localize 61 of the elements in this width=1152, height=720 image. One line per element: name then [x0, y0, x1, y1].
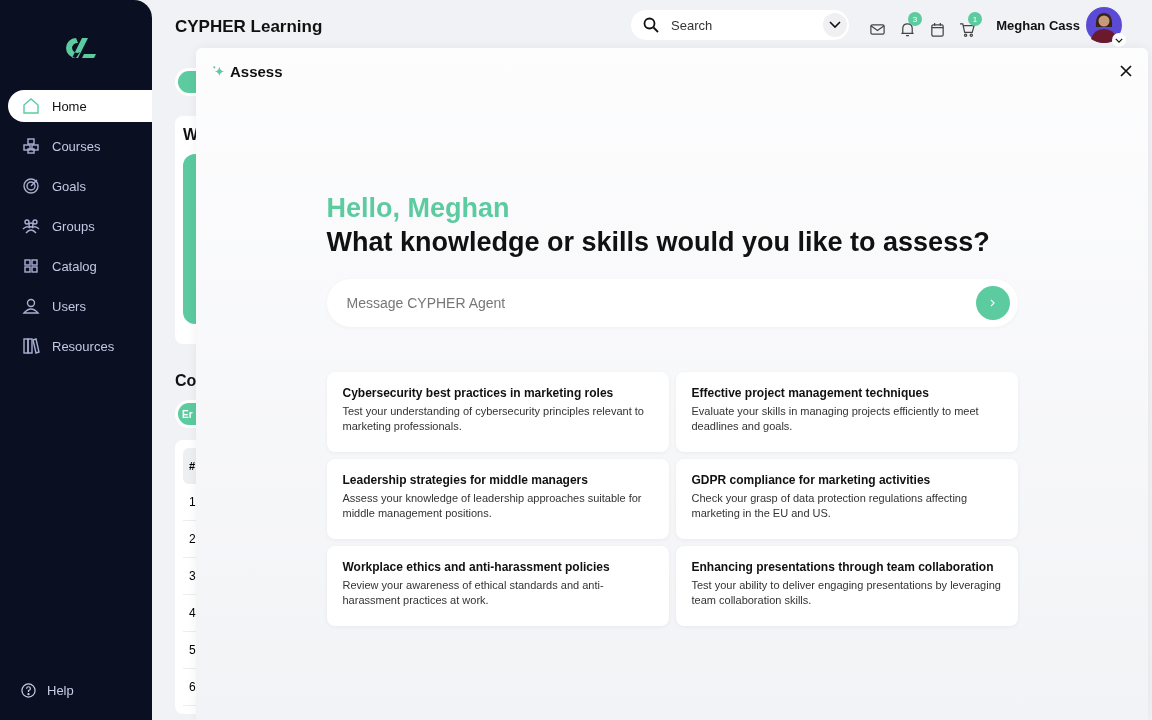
suggestion-description: Test your ability to deliver engaging presentations by leveraging team collaboration skills. [691, 577, 1002, 608]
chevron-right-icon [990, 298, 995, 307]
calendar-button[interactable] [929, 21, 946, 38]
cubes-icon [22, 137, 40, 155]
suggestion-card[interactable]: Enhancing presentations through team collaboration Test your ability to deliver engaging presentations by leveraging team collaboration skills. [675, 545, 1018, 626]
nav-item[interactable]: Catalog [8, 250, 152, 282]
suggestion-title: Cybersecurity best practices in marketing roles [342, 385, 615, 400]
suggestion-title: Leadership strategies for middle managers [342, 472, 589, 487]
account-menu-button[interactable] [1112, 33, 1126, 47]
greeting: Hello, Meghan [326, 192, 511, 225]
home-icon [22, 97, 40, 115]
nav-item[interactable]: Groups [8, 210, 152, 242]
panel-title: Assess [230, 62, 283, 80]
nav-item[interactable]: Courses [8, 130, 152, 162]
chevron-down-icon [829, 21, 841, 29]
suggestion-title: Workplace ethics and anti-harassment policies [342, 559, 611, 574]
suggestion-card[interactable]: GDPR compliance for marketing activities Check your grasp of data protection regulations affecting marketing in the EU and US. [675, 458, 1018, 539]
calendar-icon [929, 21, 946, 38]
search-field[interactable]: Search [631, 10, 849, 40]
message-field[interactable]: Message CYPHER Agent [326, 278, 1018, 327]
suggestion-card[interactable]: Cybersecurity best practices in marketing roles Test your understanding of cybersecurity principles relevant to marketing professionals. [326, 371, 669, 452]
suggestion-card[interactable]: Workplace ethics and anti-harassment policies Review your awareness of ethical standards and anti-harassment practices at work. [326, 545, 669, 626]
section-heading: Co [175, 372, 197, 390]
question-heading: What knowledge or skills would you like to assess? [326, 226, 991, 259]
nav-item[interactable]: Goals [8, 170, 152, 202]
user-icon [22, 297, 40, 315]
page-title: CYPHER Learning [175, 17, 324, 37]
nav-item[interactable]: Resources [8, 330, 152, 362]
people-icon [22, 217, 40, 235]
suggestion-description: Check your grasp of data protection regulations affecting marketing in the EU and US. [691, 490, 969, 521]
message-input[interactable]: Message CYPHER Agent [344, 293, 976, 312]
suggestion-description: Test your understanding of cybersecurity principles relevant to marketing professionals. [342, 403, 645, 434]
suggestion-card[interactable]: Leadership strategies for middle managers Assess your knowledge of leadership approaches suitable for middle management positions. [326, 458, 669, 539]
grid-icon [22, 257, 40, 275]
suggestion-card[interactable]: Effective project management techniques Evaluate your skills in managing projects efficiently to meet deadlines and goals. [675, 371, 1018, 452]
books-icon [22, 337, 40, 355]
user-name: Meghan Cass [996, 17, 1080, 33]
close-button[interactable] [1120, 65, 1132, 77]
sparkle-icon [212, 64, 225, 78]
count-badge: 1 [968, 12, 982, 26]
mail-icon [869, 21, 886, 38]
chevron-down-icon [1115, 37, 1123, 43]
nav-item[interactable]: Home [8, 90, 152, 122]
suggestion-description: Evaluate your skills in managing projects efficiently to meet deadlines and goals. [691, 403, 980, 434]
help-icon [21, 683, 36, 698]
help-link[interactable]: Help [21, 683, 152, 698]
count-badge: 3 [908, 12, 922, 26]
suggestion-title: GDPR compliance for marketing activities [691, 472, 932, 487]
suggestion-description: Review your awareness of ethical standards and anti-harassment practices at work. [342, 577, 605, 608]
nav-item[interactable]: Users [8, 290, 152, 322]
target-icon [22, 177, 40, 195]
close-icon [1120, 65, 1132, 77]
dropdown-button[interactable] [823, 13, 847, 37]
search-icon [643, 17, 659, 33]
suggestion-title: Enhancing presentations through team collaboration [691, 559, 995, 574]
suggestion-title: Effective project management techniques [691, 385, 930, 400]
bell-icon [899, 21, 916, 38]
mail-button[interactable] [869, 21, 886, 38]
cart-icon [959, 21, 976, 38]
suggestion-description: Assess your knowledge of leadership approaches suitable for middle management positions. [342, 490, 643, 521]
search-input[interactable]: Search [669, 16, 813, 34]
